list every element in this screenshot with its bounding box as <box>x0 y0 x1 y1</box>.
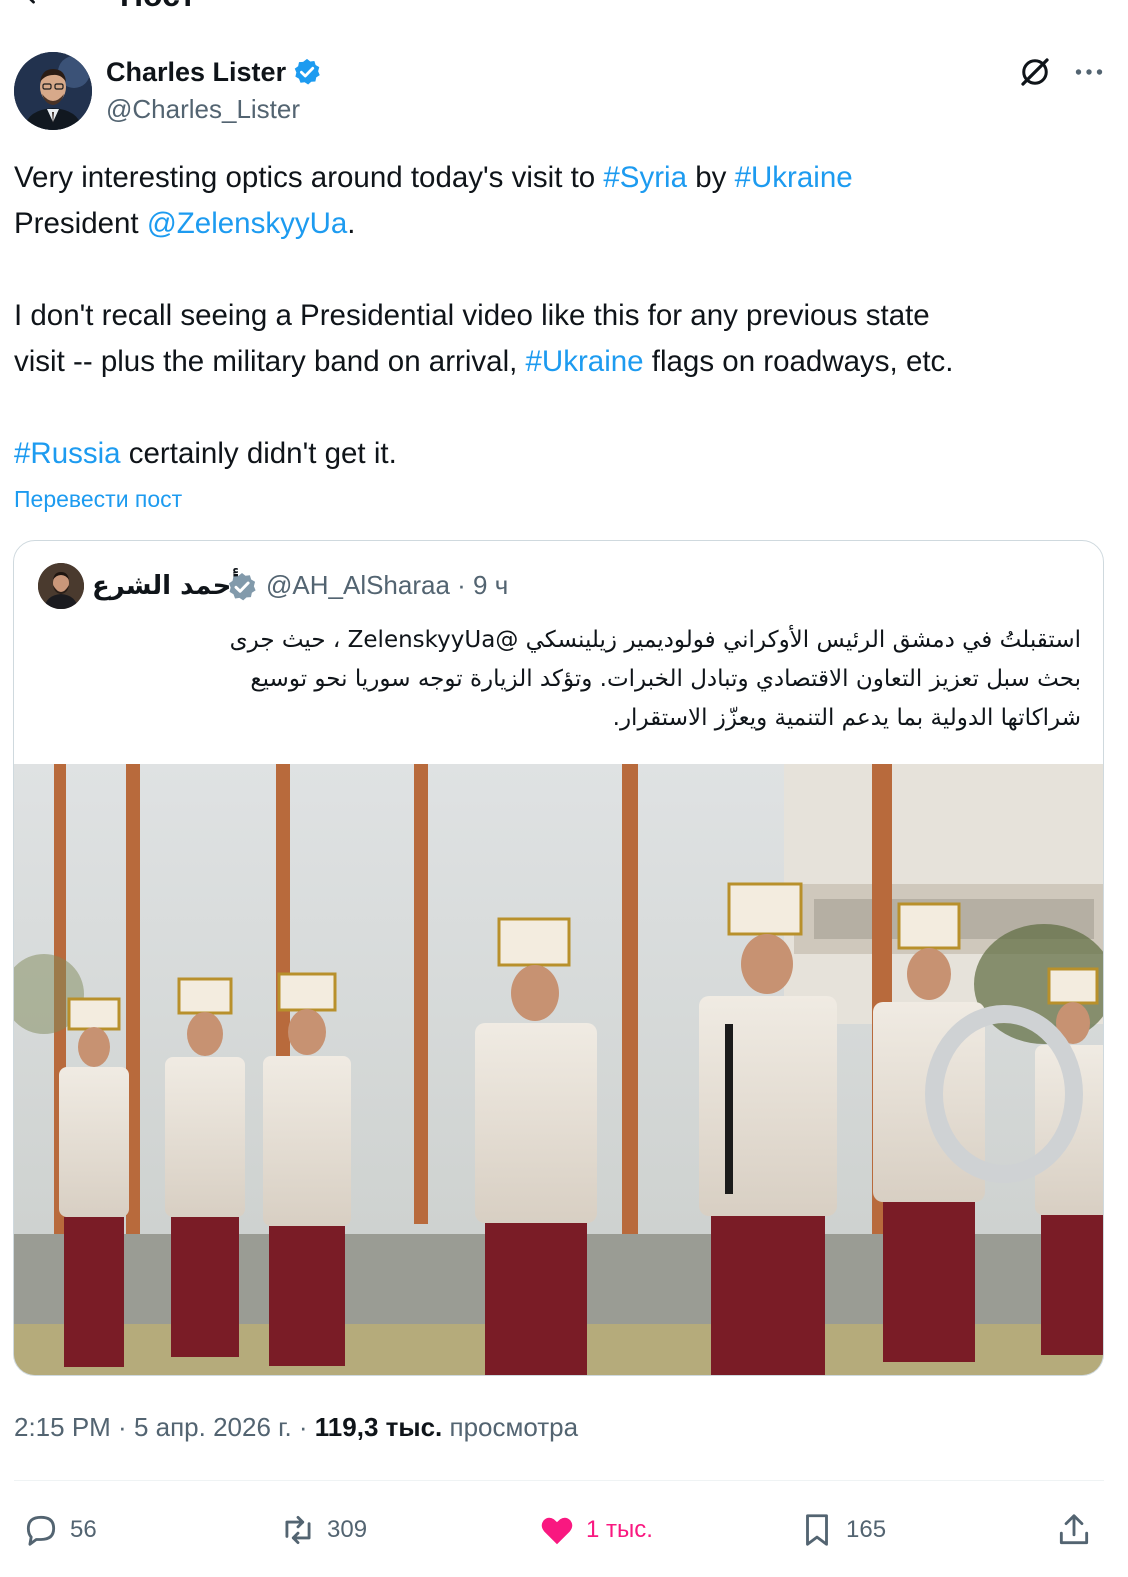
text-fragment: . <box>347 207 356 240</box>
quoted-video-thumbnail[interactable] <box>14 764 1103 1375</box>
author-avatar[interactable] <box>14 52 92 130</box>
text-fragment: President <box>14 207 147 240</box>
share-icon <box>1059 1514 1089 1545</box>
text-fragment: certainly didn't get it. <box>120 437 397 470</box>
meta-separator: · <box>110 1412 134 1442</box>
post-actions-bar: 56 309 1 тыс. 165 <box>0 1500 1128 1560</box>
repost-count: 309 <box>327 1516 368 1543</box>
quoted-author-avatar[interactable] <box>38 563 84 609</box>
page-header: Пост <box>0 0 1128 12</box>
back-arrow-icon[interactable] <box>16 0 44 8</box>
post-meta: 2:15 PM · 5 апр. 2026 г. · 119,3 тыс. пр… <box>14 1412 578 1443</box>
post-text-line: President @ZelenskyyUa. <box>14 201 1114 247</box>
translate-post-link[interactable]: Перевести пост <box>14 486 182 513</box>
view-count-label: просмотра <box>442 1412 579 1442</box>
page-title: Пост <box>120 0 196 12</box>
quoted-author-handle: @AH_AlSharaa · 9 ч <box>266 570 509 600</box>
grok-icon[interactable] <box>1017 54 1053 90</box>
author-name[interactable]: Charles Lister <box>106 57 286 88</box>
text-fragment: Very interesting optics around today's v… <box>14 161 604 194</box>
reply-count: 56 <box>70 1516 97 1543</box>
bookmark-button[interactable]: 165 <box>798 1508 886 1552</box>
reply-button[interactable]: 56 <box>22 1508 97 1552</box>
reply-icon <box>26 1515 56 1546</box>
quoted-author-name[interactable]: أحمد الشرع <box>92 571 240 601</box>
quoted-text-line: بحث سبل تعزيز التعاون الاقتصادي وتبادل ا… <box>250 666 1081 692</box>
repost-button[interactable]: 309 <box>279 1508 367 1552</box>
post-date[interactable]: 5 апр. 2026 г. <box>134 1412 292 1442</box>
post-time[interactable]: 2:15 PM <box>14 1412 111 1442</box>
hashtag-link[interactable]: #Ukraine <box>526 345 644 378</box>
quoted-text-line: استقبلتُ في دمشق الرئيس الأوكراني فولودي… <box>229 627 1081 653</box>
author-handle[interactable]: @Charles_Lister <box>106 94 300 125</box>
like-button[interactable]: 1 тыс. <box>538 1508 653 1552</box>
heart-icon <box>541 1517 573 1545</box>
post-text-line: I don't recall seeing a Presidential vid… <box>14 299 930 332</box>
text-fragment: flags on roadways, etc. <box>643 345 954 378</box>
quoted-post-header: أحمد الشرع @AH_AlSharaa · 9 ч <box>14 561 1103 617</box>
bookmark-icon <box>806 1514 828 1546</box>
text-fragment: visit -- plus the military band on arriv… <box>14 345 526 378</box>
divider <box>14 1480 1104 1481</box>
post-text-line: Very interesting optics around today's v… <box>14 155 1114 201</box>
verified-badge-icon[interactable] <box>292 57 322 87</box>
quoted-text-line: شراكاتها الدولية بما يدعم التنمية ويعزّز… <box>612 705 1081 731</box>
quoted-post[interactable]: أحمد الشرع @AH_AlSharaa · 9 ч استقبلتُ ف… <box>13 540 1104 1376</box>
post-text: Very interesting optics around today's v… <box>14 155 1114 477</box>
more-options-icon[interactable] <box>1071 54 1107 90</box>
post-text-line: #Russia certainly didn't get it. <box>14 431 1114 477</box>
share-button[interactable] <box>1055 1508 1103 1552</box>
hashtag-link[interactable]: #Syria <box>603 161 687 194</box>
repost-icon <box>285 1515 311 1545</box>
view-count: 119,3 тыс. <box>314 1412 443 1442</box>
text-fragment: by <box>687 161 735 194</box>
hashtag-link[interactable]: #Ukraine <box>735 161 853 194</box>
bookmark-count: 165 <box>846 1516 887 1543</box>
post-author: Charles Lister @Charles_Lister <box>14 52 1114 132</box>
post-text-line: visit -- plus the military band on arriv… <box>14 339 1114 385</box>
verified-badge-icon <box>228 573 256 601</box>
meta-separator: · <box>291 1412 315 1442</box>
hashtag-link[interactable]: #Russia <box>14 437 121 470</box>
like-count: 1 тыс. <box>586 1516 653 1543</box>
quoted-post-text: استقبلتُ في دمشق الرئيس الأوكراني فولودي… <box>21 621 1081 738</box>
mention-link[interactable]: @ZelenskyyUa <box>147 207 347 240</box>
